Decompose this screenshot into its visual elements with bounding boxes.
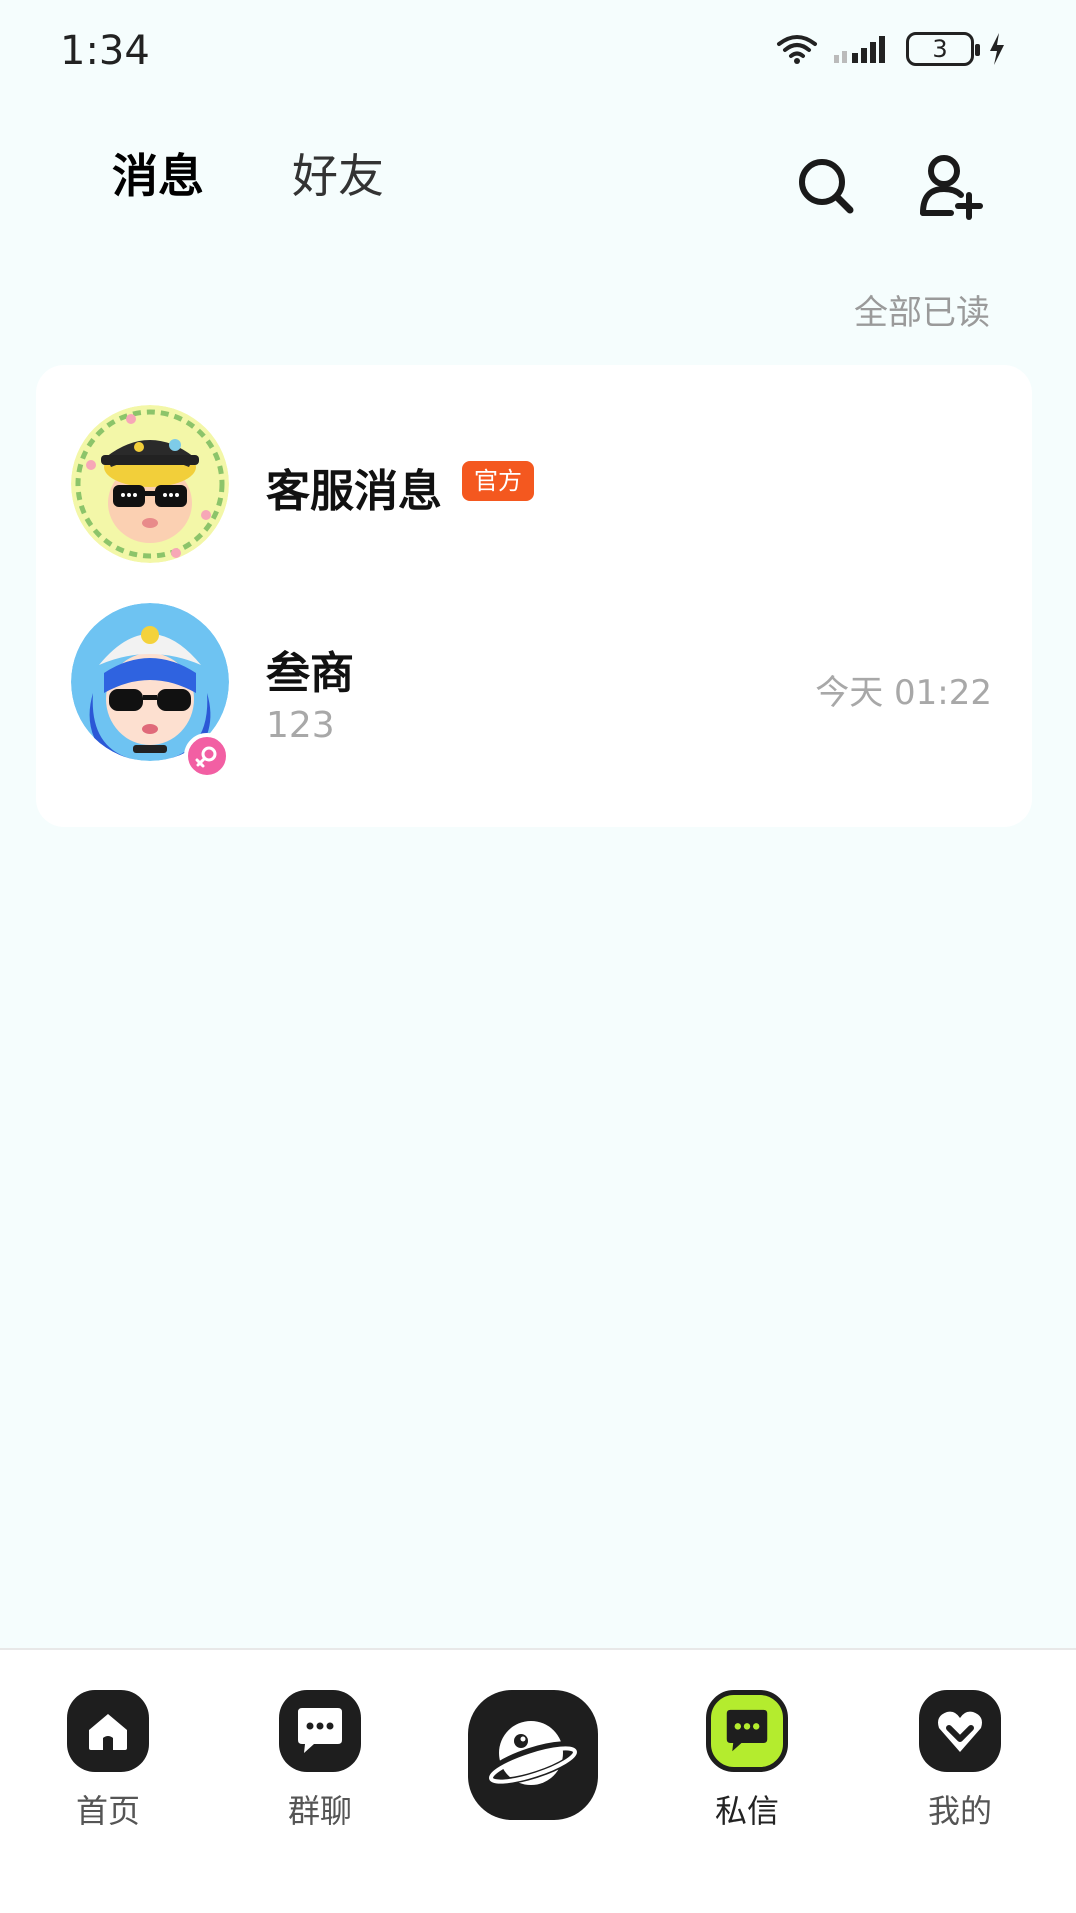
charging-icon [990, 33, 1004, 65]
tab-messages-label: 消息 [112, 149, 204, 203]
chat-bubble-icon [279, 1690, 361, 1772]
message-time: 今天 01:22 [815, 673, 992, 713]
wifi-icon [777, 35, 817, 64]
planet-icon [485, 1721, 581, 1785]
nav-label-home: 首页 [75, 1792, 140, 1830]
contact-name: 客服消息 [266, 466, 442, 517]
female-icon [195, 746, 217, 768]
nav-label-me: 我的 [927, 1792, 992, 1830]
battery-level: 3 [932, 35, 948, 63]
status-time: 1:34 [60, 28, 150, 74]
avatar-boy-icon [71, 405, 229, 563]
nav-center-planet-button[interactable] [468, 1690, 598, 1820]
search-button[interactable] [790, 150, 862, 222]
tab-messages[interactable]: 消息 [108, 140, 210, 206]
status-icons: 3 [776, 32, 1006, 66]
add-user-icon [920, 155, 983, 220]
heart-check-icon [919, 1690, 1001, 1772]
avatar-customer-service [71, 405, 229, 563]
nav-item-me[interactable]: 我的 [890, 1690, 1030, 1832]
nav-label-direct-messages: 私信 [714, 1792, 779, 1830]
home-icon [67, 1690, 149, 1772]
tab-friends[interactable]: 好友 [292, 140, 384, 206]
nav-item-direct-messages[interactable]: 私信 [677, 1690, 817, 1832]
status-bar: 1:34 3 [0, 0, 1076, 110]
chat-bubble-icon [706, 1690, 788, 1772]
list-item-customer-service[interactable]: 客服消息 官方 [36, 365, 1032, 575]
message-preview: 123 [266, 705, 335, 746]
add-friend-button[interactable] [916, 150, 988, 222]
official-badge: 官方 [462, 461, 534, 501]
list-item-chat[interactable]: 叁商 123 今天 01:22 [36, 575, 1032, 785]
message-list: 客服消息 官方 叁商 123 今天 01:22 [36, 365, 1032, 827]
messages-page: 1:34 3 消息 好友 全部已读 客服消息 官方 叁商 123 今天 01:2… [0, 0, 1076, 1913]
bottom-nav: 首页 群聊 私信 我的 [0, 1648, 1076, 1913]
contact-name: 叁商 [266, 648, 354, 699]
mark-all-read-button[interactable]: 全部已读 [854, 285, 990, 334]
header: 消息 好友 [0, 120, 1076, 240]
nav-item-home[interactable]: 首页 [38, 1690, 178, 1832]
signal-icon [834, 36, 885, 63]
tab-friends-label: 好友 [292, 149, 384, 203]
female-gender-badge [184, 733, 230, 779]
battery-icon: 3 [906, 32, 980, 66]
nav-item-group-chat[interactable]: 群聊 [250, 1690, 390, 1832]
search-icon [799, 159, 854, 214]
nav-label-group-chat: 群聊 [287, 1792, 352, 1830]
